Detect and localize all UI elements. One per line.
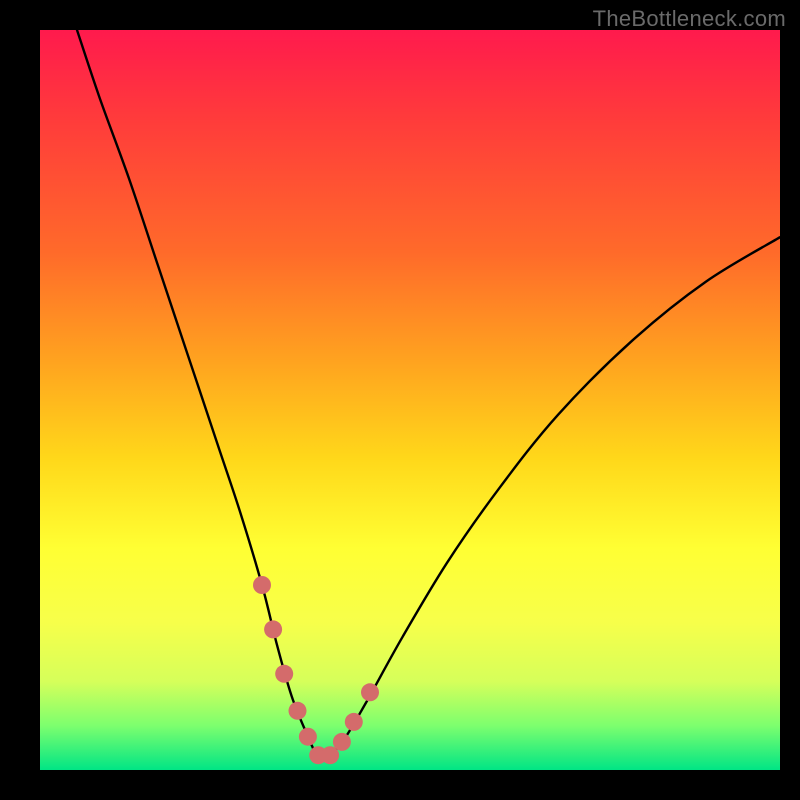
marker-point xyxy=(264,620,282,638)
bottleneck-curve xyxy=(77,30,780,758)
plot-area xyxy=(40,30,780,770)
marker-point xyxy=(253,576,271,594)
chart-frame: TheBottleneck.com xyxy=(0,0,800,800)
marker-point xyxy=(333,733,351,751)
marker-point xyxy=(299,728,317,746)
highlighted-points xyxy=(253,576,379,764)
attribution-text: TheBottleneck.com xyxy=(593,6,786,32)
marker-point xyxy=(275,665,293,683)
curve-svg xyxy=(40,30,780,770)
marker-point xyxy=(361,683,379,701)
marker-point xyxy=(289,702,307,720)
marker-point xyxy=(345,713,363,731)
